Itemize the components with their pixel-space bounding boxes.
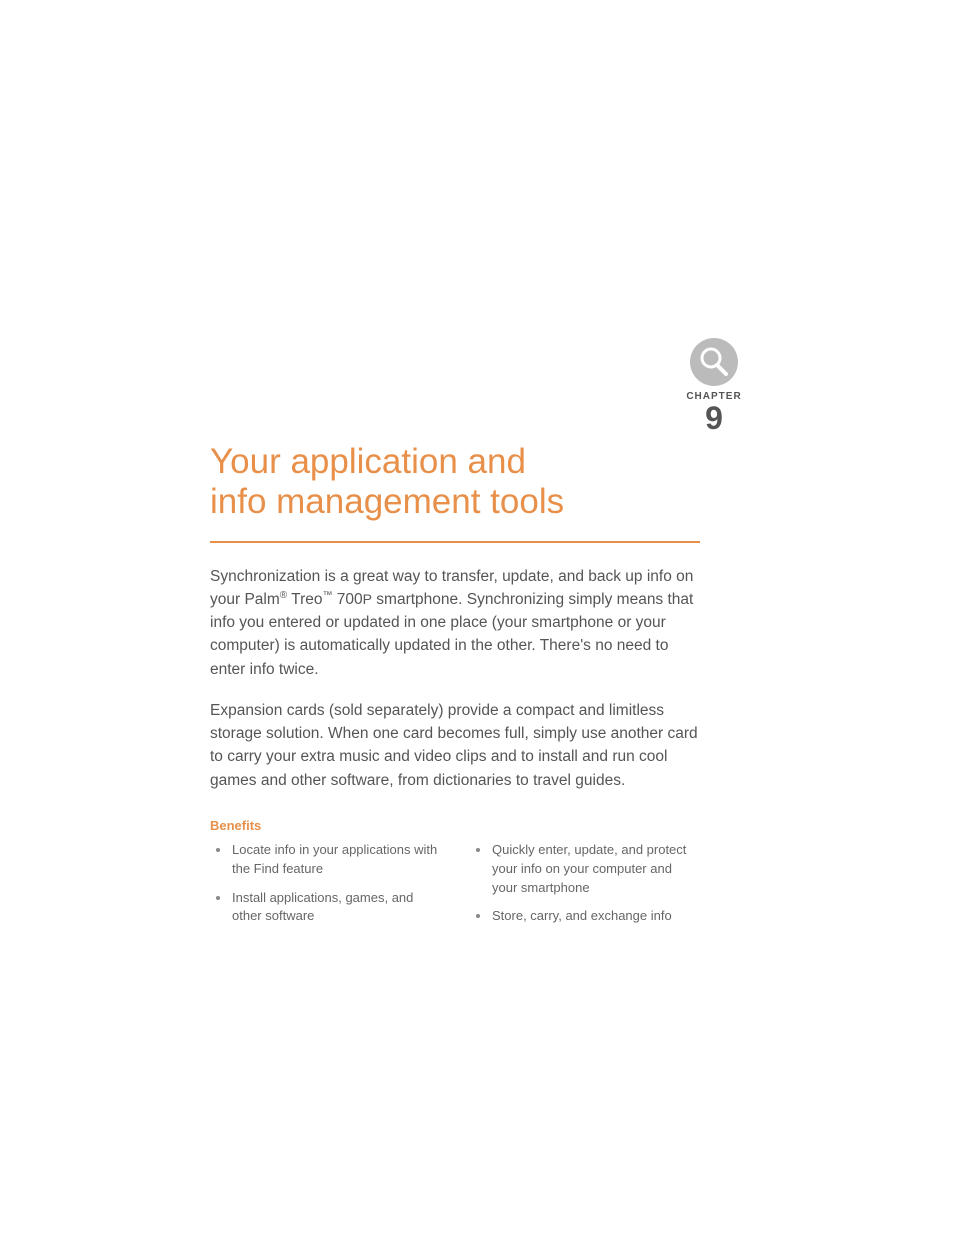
benefit-text: Quickly enter, update, and protect your … — [492, 841, 700, 898]
bullet-icon — [476, 848, 480, 852]
chapter-marker: CHAPTER 9 — [669, 338, 759, 434]
bullet-icon — [216, 896, 220, 900]
benefit-text: Store, carry, and exchange info — [492, 907, 672, 926]
title-line-2: info management tools — [210, 482, 564, 521]
title-divider — [210, 541, 700, 543]
benefit-item: Install applications, games, and other s… — [210, 889, 440, 927]
benefits-heading: Benefits — [210, 818, 700, 833]
magnifier-icon — [690, 338, 738, 386]
benefit-text: Locate info in your applications with th… — [232, 841, 440, 879]
bullet-icon — [216, 848, 220, 852]
benefits-columns: Locate info in your applications with th… — [210, 841, 700, 936]
benefit-text: Install applications, games, and other s… — [232, 889, 440, 927]
intro-paragraph-2: Expansion cards (sold separately) provid… — [210, 699, 700, 792]
intro-paragraph-1: Synchronization is a great way to transf… — [210, 565, 700, 681]
bullet-icon — [476, 914, 480, 918]
trademark-mark: ™ — [322, 590, 332, 601]
chapter-number: 9 — [669, 402, 759, 434]
benefits-left-column: Locate info in your applications with th… — [210, 841, 440, 936]
benefit-item: Quickly enter, update, and protect your … — [470, 841, 700, 898]
benefit-item: Store, carry, and exchange info — [470, 907, 700, 926]
benefit-item: Locate info in your applications with th… — [210, 841, 440, 879]
page-content: Your application and info management too… — [210, 442, 700, 936]
page-title: Your application and info management too… — [210, 442, 700, 523]
title-line-1: Your application and — [210, 442, 526, 481]
benefits-right-column: Quickly enter, update, and protect your … — [470, 841, 700, 936]
